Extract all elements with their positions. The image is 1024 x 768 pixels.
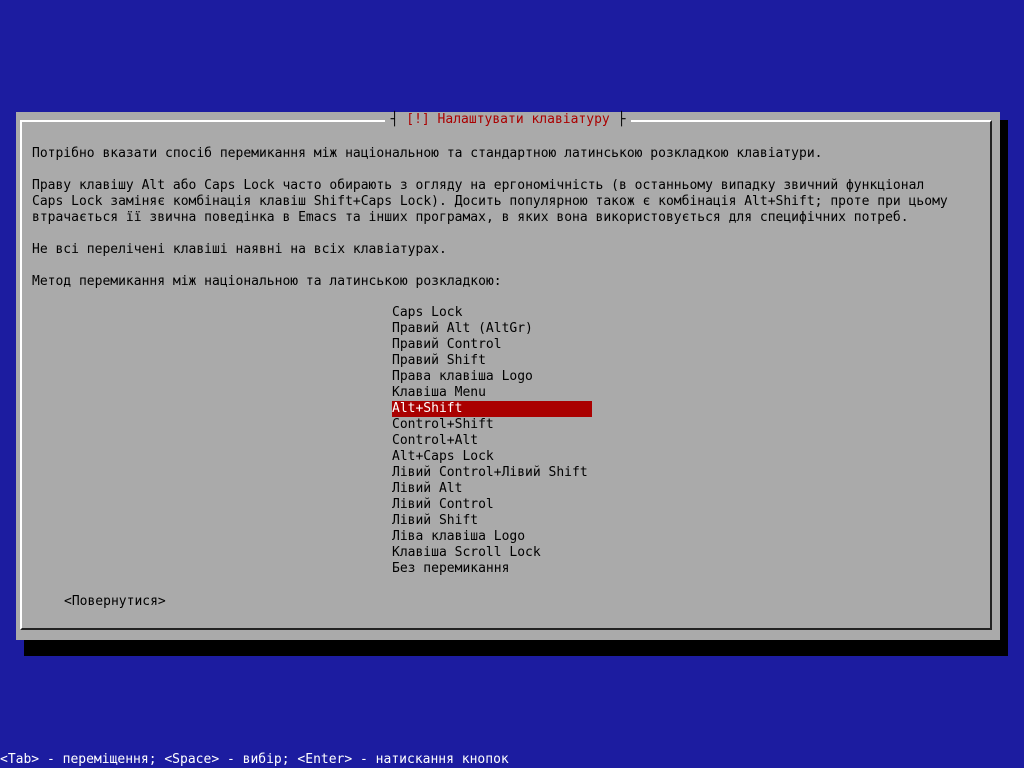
- option-item[interactable]: Клавіша Menu: [392, 385, 592, 401]
- option-item[interactable]: Caps Lock: [392, 305, 592, 321]
- dialog-title-wrap: ┤ [!] Налаштувати клавіатуру ├: [384, 112, 632, 128]
- keyboard-help-bar: <Tab> - переміщення; <Space> - вибір; <E…: [0, 752, 509, 767]
- option-item[interactable]: Control+Alt: [392, 433, 592, 449]
- option-item[interactable]: Правий Shift: [392, 353, 592, 369]
- description-line-3: втрачається її звична поведінка в Emacs …: [32, 210, 909, 225]
- option-item[interactable]: Ліва клавіша Logo: [392, 529, 592, 545]
- dialog-title: [!] Налаштувати клавіатуру: [406, 112, 610, 127]
- intro-text: Потрібно вказати спосіб перемикання між …: [32, 146, 823, 161]
- option-item[interactable]: Лівий Control: [392, 497, 592, 513]
- option-item[interactable]: Права клавіша Logo: [392, 369, 592, 385]
- option-item[interactable]: Лівий Control+Лівий Shift: [392, 465, 592, 481]
- option-item[interactable]: Правий Control: [392, 337, 592, 353]
- option-item[interactable]: Без перемикання: [392, 561, 592, 577]
- back-button[interactable]: <Повернутися>: [64, 594, 166, 610]
- title-bracket-right: ├: [609, 112, 626, 127]
- option-item[interactable]: Лівий Alt: [392, 481, 592, 497]
- option-item[interactable]: Клавіша Scroll Lock: [392, 545, 592, 561]
- title-bracket-left: ┤: [390, 112, 407, 127]
- keyboard-config-dialog: ┤ [!] Налаштувати клавіатуру ├ Потрібно …: [16, 112, 1000, 640]
- option-item[interactable]: Лівий Shift: [392, 513, 592, 529]
- option-item[interactable]: Control+Shift: [392, 417, 592, 433]
- option-item[interactable]: Alt+Caps Lock: [392, 449, 592, 465]
- dialog-title-bar: ┤ [!] Налаштувати клавіатуру ├: [16, 112, 1000, 128]
- option-item[interactable]: Правий Alt (AltGr): [392, 321, 592, 337]
- question-label: Метод перемикання між національною та ла…: [32, 274, 502, 289]
- availability-note: Не всі перелічені клавіші наявні на всіх…: [32, 242, 447, 257]
- option-item-selected[interactable]: Alt+Shift: [392, 401, 592, 417]
- description-line-1: Праву клавішу Alt або Caps Lock часто об…: [32, 178, 925, 193]
- description-line-2: Caps Lock заміняє комбінація клавіш Shif…: [32, 194, 948, 209]
